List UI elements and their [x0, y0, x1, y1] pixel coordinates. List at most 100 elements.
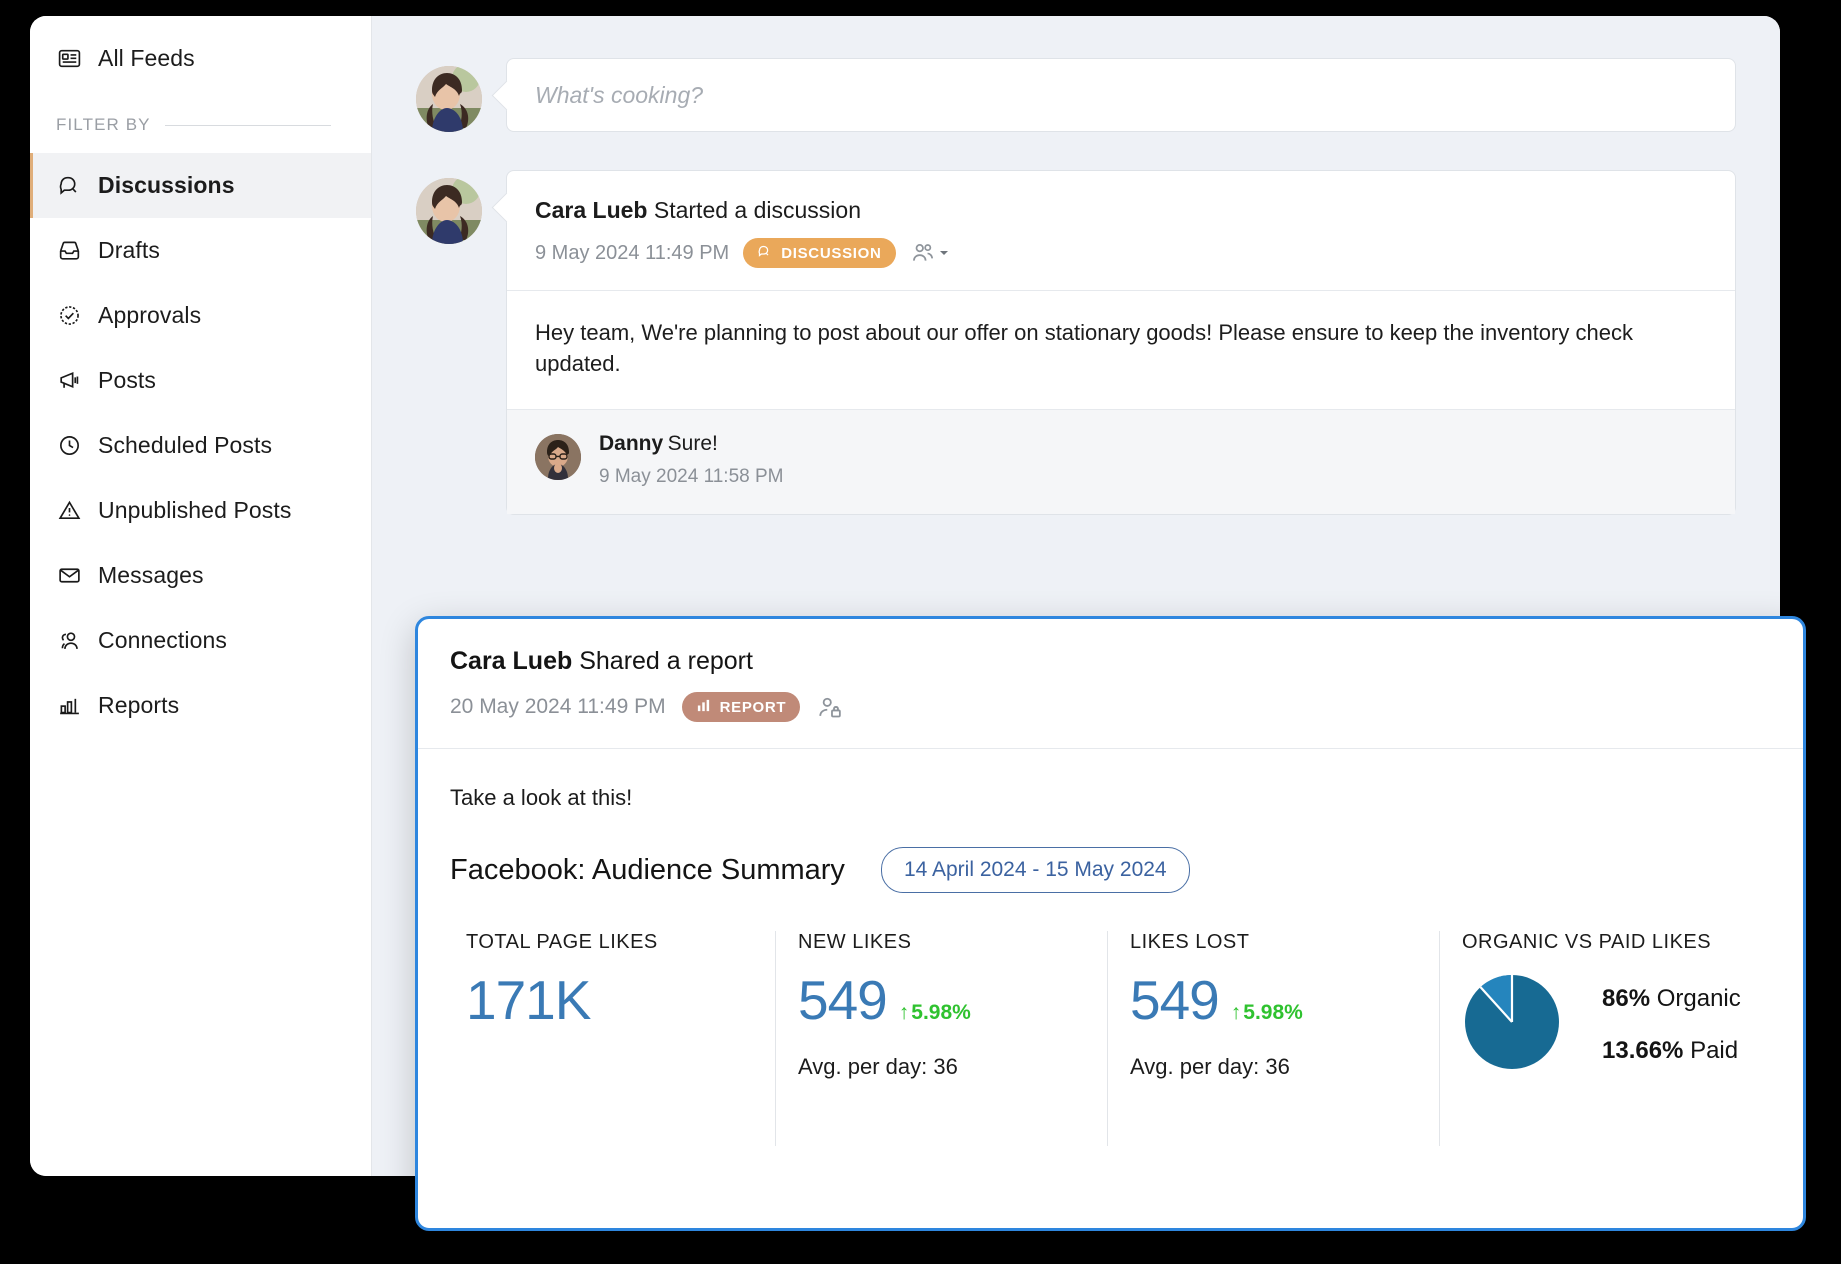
- drafts-tray-icon: [56, 238, 82, 264]
- sidebar-item-scheduled-posts[interactable]: Scheduled Posts: [30, 413, 371, 478]
- kpi-new-likes: NEW LIKES 549 ↑ 5.98% Avg. per day: 36: [775, 931, 1107, 1146]
- reply-line: Danny Sure!: [599, 432, 783, 456]
- sidebar-item-label: Reports: [98, 692, 180, 718]
- report-note: Take a look at this!: [450, 785, 633, 810]
- bar-chart-icon: [56, 693, 82, 719]
- report-status-badge-label: REPORT: [719, 698, 787, 716]
- kpi-value: 549: [1130, 969, 1220, 1031]
- envelope-icon: [56, 563, 82, 589]
- chat-icon: [56, 173, 82, 199]
- sidebar-item-all-feeds[interactable]: All Feeds: [30, 26, 371, 91]
- sidebar-item-label: Approvals: [98, 302, 202, 328]
- sidebar-item-unpublished-posts[interactable]: Unpublished Posts: [30, 478, 371, 543]
- megaphone-icon: [56, 368, 82, 394]
- kpi-value: 549: [798, 969, 888, 1031]
- kpi-delta-value: 5.98%: [1243, 1001, 1303, 1024]
- kpi-row: TOTAL PAGE LIKES 171K NEW LIKES 549 ↑ 5.…: [450, 931, 1771, 1146]
- legend-item: 86% Organic: [1602, 985, 1741, 1013]
- kpi-subtext: Avg. per day: 36: [1130, 1054, 1290, 1079]
- report-timestamp: 20 May 2024 11:49 PM: [450, 695, 666, 718]
- report-card-body: Take a look at this! Facebook: Audience …: [418, 749, 1803, 1146]
- avatar: [535, 434, 581, 481]
- filter-by-label: FILTER BY: [56, 115, 151, 134]
- kpi-value-row: 171K: [466, 968, 775, 1032]
- filter-by-header: FILTER BY: [30, 91, 371, 153]
- discussion-author: Cara Lueb: [535, 197, 648, 223]
- sidebar-item-connections[interactable]: Connections: [30, 608, 371, 673]
- discussion-post-meta: 9 May 2024 11:49 PM DISCUSSION: [535, 238, 1707, 268]
- kpi-value-row: 549 ↑ 5.98%: [1130, 968, 1439, 1032]
- kpi-total-page-likes: TOTAL PAGE LIKES 171K: [450, 931, 775, 1146]
- legend-item: 13.66% Paid: [1602, 1037, 1741, 1065]
- private-person-icon[interactable]: [816, 694, 843, 721]
- kpi-value: 171K: [466, 969, 591, 1031]
- kpi-likes-lost: LIKES LOST 549 ↑ 5.98% Avg. per day: 36: [1107, 931, 1439, 1146]
- composer-input[interactable]: What's cooking?: [506, 58, 1736, 132]
- date-range-pill[interactable]: 14 April 2024 - 15 May 2024: [880, 847, 1190, 893]
- discussion-reply: Danny Sure! 9 May 2024 11:58 PM: [507, 409, 1735, 515]
- sidebar-item-label: Posts: [98, 367, 157, 393]
- sidebar-item-label: All Feeds: [98, 45, 195, 71]
- status-badge: DISCUSSION: [743, 238, 896, 268]
- legend-name: Organic: [1656, 984, 1741, 1012]
- kpi-label: ORGANIC VS PAID LIKES: [1462, 931, 1712, 953]
- kpi-label: LIKES LOST: [1130, 931, 1250, 953]
- filter-divider: [164, 124, 331, 126]
- arrow-up-icon: ↑: [898, 1001, 910, 1024]
- sidebar-item-messages[interactable]: Messages: [30, 543, 371, 608]
- report-card-meta: 20 May 2024 11:49 PM REPORT: [450, 692, 1771, 722]
- report-status-badge: REPORT: [681, 692, 801, 722]
- report-author: Cara Lueb: [450, 647, 573, 675]
- report-subtitle: Facebook: Audience Summary: [450, 853, 845, 886]
- kpi-subtext: Avg. per day: 36: [798, 1054, 958, 1079]
- legend-value: 13.66%: [1602, 1036, 1684, 1064]
- status-badge-label: DISCUSSION: [781, 244, 882, 262]
- sidebar-item-label: Scheduled Posts: [98, 432, 273, 458]
- avatar: [416, 66, 482, 132]
- sidebar-item-reports[interactable]: Reports: [30, 673, 371, 738]
- report-subheader: Facebook: Audience Summary 14 April 2024…: [450, 847, 1771, 893]
- discussion-reply-content: Danny Sure! 9 May 2024 11:58 PM: [599, 432, 783, 488]
- discussion-post-row: Cara Lueb Started a discussion 9 May 202…: [416, 170, 1736, 516]
- sidebar-item-drafts[interactable]: Drafts: [30, 218, 371, 283]
- discussion-action: Started a discussion: [653, 197, 861, 223]
- reply-timestamp: 9 May 2024 11:58 PM: [599, 466, 784, 488]
- bar-chart-icon: [696, 698, 711, 717]
- legend-value: 86%: [1602, 984, 1651, 1012]
- report-card[interactable]: Cara Lueb Shared a report 20 May 2024 11…: [415, 616, 1806, 1231]
- chat-bubble-icon: [757, 244, 772, 263]
- kpi-label: TOTAL PAGE LIKES: [466, 931, 658, 953]
- sidebar-item-label: Messages: [98, 562, 204, 588]
- feed-icon: [56, 46, 82, 72]
- sidebar-item-posts[interactable]: Posts: [30, 348, 371, 413]
- sidebar: All Feeds FILTER BY Discussions Drafts A…: [30, 16, 372, 1176]
- sidebar-item-approvals[interactable]: Approvals: [30, 283, 371, 348]
- discussion-post-title: Cara Lueb Started a discussion: [535, 197, 1707, 224]
- pie-chart-wrap: 86% Organic 13.66% Paid: [1462, 972, 1771, 1077]
- arrow-up-icon: ↑: [1230, 1001, 1242, 1024]
- report-action: Shared a report: [579, 647, 753, 675]
- pie-chart: [1462, 972, 1562, 1077]
- legend-name: Paid: [1690, 1036, 1739, 1064]
- sidebar-item-discussions[interactable]: Discussions: [30, 153, 371, 218]
- check-badge-icon: [56, 303, 82, 329]
- warning-triangle-icon: [56, 498, 82, 524]
- sidebar-item-label: Drafts: [98, 237, 160, 263]
- reply-author: Danny: [599, 432, 664, 456]
- discussion-post-header: Cara Lueb Started a discussion 9 May 202…: [507, 171, 1735, 291]
- report-card-header: Cara Lueb Shared a report 20 May 2024 11…: [418, 619, 1803, 749]
- reply-text: Sure!: [667, 432, 718, 456]
- discussion-post-body: Hey team, We're planning to post about o…: [535, 320, 1633, 377]
- sidebar-item-label: Unpublished Posts: [98, 497, 292, 523]
- pie-legend: 86% Organic 13.66% Paid: [1602, 985, 1741, 1065]
- chevron-down-icon: [939, 251, 948, 255]
- kpi-delta-value: 5.98%: [911, 1001, 971, 1024]
- kpi-delta: ↑ 5.98%: [1231, 1001, 1303, 1025]
- clock-icon: [56, 433, 82, 459]
- composer-placeholder: What's cooking?: [535, 81, 704, 108]
- report-card-title: Cara Lueb Shared a report: [450, 647, 1771, 676]
- audience-people-icon[interactable]: [910, 240, 949, 266]
- discussion-timestamp: 9 May 2024 11:49 PM: [535, 241, 730, 264]
- sidebar-item-label: Connections: [98, 627, 227, 653]
- kpi-organic-vs-paid: ORGANIC VS PAID LIKES 86% Organic 13.66%…: [1439, 931, 1771, 1146]
